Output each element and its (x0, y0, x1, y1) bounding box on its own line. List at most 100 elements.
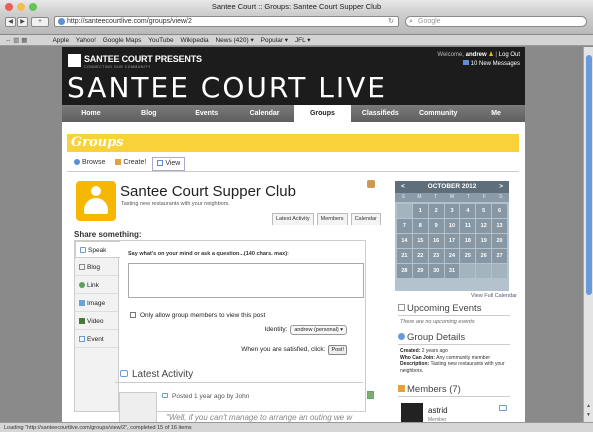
message-icon[interactable] (499, 405, 507, 411)
bookmark-item[interactable]: News (420) ▾ (215, 37, 253, 44)
calendar-day[interactable]: 31 (444, 264, 460, 278)
calendar-day[interactable]: 11 (460, 219, 476, 233)
calendar-day[interactable]: 24 (444, 249, 460, 263)
identity-select[interactable]: andrew (personal) ▾ (290, 325, 347, 335)
tab-latest-activity[interactable]: Latest Activity (272, 213, 314, 225)
tab-calendar[interactable]: Calendar (350, 213, 381, 225)
nav-groups[interactable]: Groups (293, 105, 352, 122)
calendar-day[interactable]: 15 (412, 234, 428, 248)
back-button[interactable]: ◀ (5, 17, 16, 27)
calendar-day[interactable]: 7 (397, 219, 412, 233)
calendar-day[interactable]: 16 (428, 234, 444, 248)
calendar-day[interactable]: 9 (428, 219, 444, 233)
share-speak-tab[interactable]: Speak (75, 241, 120, 258)
calendar-weekday: M (417, 194, 422, 200)
divider (115, 382, 363, 383)
calendar-day[interactable]: 6 (492, 204, 507, 218)
calendar-day[interactable]: 26 (476, 249, 492, 263)
bookmark-item[interactable]: Popular ▾ (261, 37, 288, 44)
bookmark-item[interactable]: Wikipedia (180, 37, 208, 44)
logo-tagline: CONNECTING OUR COMMUNITY (84, 65, 151, 69)
scroll-down-icon[interactable]: ▼ (586, 412, 592, 418)
search-field[interactable]: ⌕ Google (405, 16, 587, 27)
share-event-tab[interactable]: Event (75, 331, 118, 348)
calendar-day[interactable]: 19 (476, 234, 492, 248)
nav-me[interactable]: Me (467, 105, 525, 122)
bookmark-item[interactable]: Apple (52, 37, 69, 44)
calendar-prev-button[interactable]: < (401, 181, 405, 193)
share-image-tab[interactable]: Image (75, 295, 118, 312)
nav-home[interactable]: Home (62, 105, 120, 122)
close-window-button[interactable] (5, 3, 13, 11)
bookmark-tools-icon[interactable]: ⇔ ▥ ▦ (0, 35, 46, 46)
reload-button[interactable]: ↻ (388, 17, 394, 27)
calendar-day[interactable]: 4 (460, 204, 476, 218)
zoom-window-button[interactable] (29, 3, 38, 11)
tab-members[interactable]: Members (316, 213, 348, 225)
welcome-user[interactable]: andrew (466, 52, 487, 58)
activity-quote: "Well, if you can't manage to arrange an… (166, 413, 353, 422)
calendar-day[interactable]: 13 (492, 219, 507, 233)
calendar-day[interactable]: 18 (460, 234, 476, 248)
create-tab[interactable]: Create! (111, 157, 150, 171)
members-only-checkbox[interactable] (130, 312, 136, 318)
calendar-day[interactable]: 25 (460, 249, 476, 263)
minimize-window-button[interactable] (17, 3, 26, 11)
bookmark-item[interactable]: Yahoo! (76, 37, 96, 44)
share-image-label: Image (87, 300, 106, 307)
messages-link[interactable]: 10 New Messages (471, 61, 520, 67)
post-button[interactable]: Post! (328, 345, 347, 355)
calendar-day[interactable]: 30 (428, 264, 444, 278)
calendar-day[interactable]: 29 (412, 264, 428, 278)
calendar-day[interactable]: 17 (444, 234, 460, 248)
scroll-up-icon[interactable]: ▲ (586, 403, 592, 409)
calendar-day[interactable]: 10 (444, 219, 460, 233)
add-bookmark-button[interactable]: + (31, 17, 49, 27)
bookmark-item[interactable]: Google Maps (103, 37, 142, 44)
calendar-weekday: S (499, 194, 503, 200)
nav-blog[interactable]: Blog (120, 105, 178, 122)
share-video-tab[interactable]: Video (75, 313, 118, 330)
bookmark-item[interactable]: YouTube (148, 37, 174, 44)
welcome-separator: | (495, 52, 497, 58)
share-blog-tab[interactable]: Blog (75, 259, 118, 276)
calendar-day[interactable]: 3 (444, 204, 460, 218)
group-admin-icon[interactable] (367, 180, 375, 188)
url-field[interactable]: http://santeecourtlive.com/groups/view/2… (54, 16, 399, 27)
calendar-day[interactable]: 1 (412, 204, 428, 218)
attachment-icon[interactable] (367, 391, 374, 399)
scrollbar-thumb[interactable] (586, 55, 592, 295)
calendar-day[interactable]: 23 (428, 249, 444, 263)
globe-link-icon (79, 282, 85, 288)
calendar-empty-cell (476, 264, 492, 278)
bookmark-item[interactable]: JFL ▾ (295, 37, 311, 44)
nav-classifieds[interactable]: Classifieds (351, 105, 409, 122)
calendar-day[interactable]: 28 (397, 264, 412, 278)
member-name[interactable]: astrid (428, 406, 448, 415)
calendar-day[interactable]: 8 (412, 219, 428, 233)
calendar-day[interactable]: 5 (476, 204, 492, 218)
share-textarea[interactable] (128, 263, 364, 298)
page-scrollbar[interactable]: ▲ ▼ (583, 47, 593, 422)
nav-events[interactable]: Events (178, 105, 236, 122)
view-tab[interactable]: View (152, 157, 186, 171)
calendar-day[interactable]: 22 (412, 249, 428, 263)
browse-tab[interactable]: Browse (70, 157, 109, 171)
nav-community[interactable]: Community (409, 105, 467, 122)
identity-label: Identity: (264, 326, 288, 333)
share-link-tab[interactable]: Link (75, 277, 118, 294)
calendar-day[interactable]: 20 (492, 234, 507, 248)
calendar-day[interactable]: 21 (397, 249, 412, 263)
calendar-day[interactable]: 14 (397, 234, 412, 248)
nav-calendar[interactable]: Calendar (236, 105, 294, 122)
site-logo[interactable]: SANTEE COURT LIVE (67, 71, 387, 104)
logout-link[interactable]: Log Out (499, 52, 520, 58)
view-full-calendar-link[interactable]: View Full Calendar (471, 293, 517, 299)
calendar-next-button[interactable]: > (499, 181, 503, 193)
calendar-day[interactable]: 27 (492, 249, 507, 263)
divider (67, 171, 519, 172)
members-only-option[interactable]: Only allow group members to view this po… (130, 312, 265, 319)
forward-button[interactable]: ▶ (17, 17, 28, 27)
calendar-day[interactable]: 12 (476, 219, 492, 233)
calendar-day[interactable]: 2 (428, 204, 444, 218)
